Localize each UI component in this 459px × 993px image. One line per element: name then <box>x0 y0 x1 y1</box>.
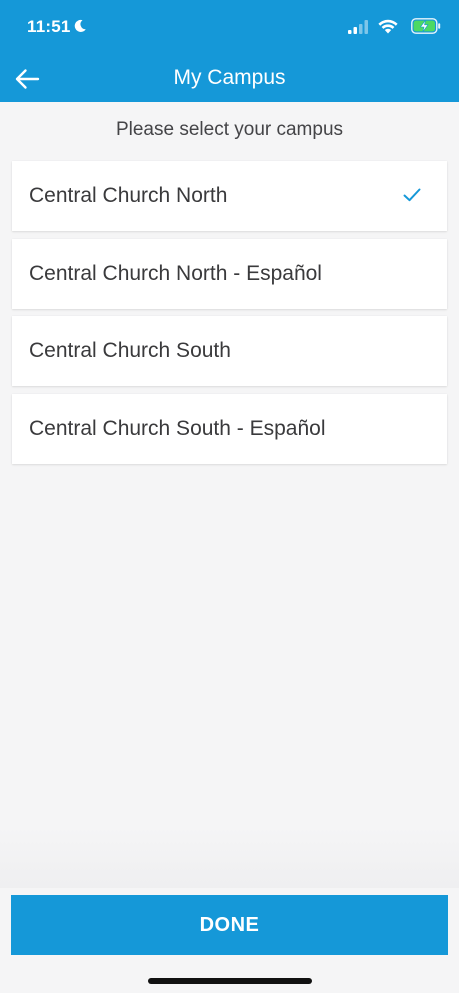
done-button[interactable]: DONE <box>11 895 448 955</box>
nav-bar: My Campus <box>0 56 459 102</box>
checkmark-icon <box>403 188 421 202</box>
campus-list: Central Church North Central Church Nort… <box>12 161 447 471</box>
moon-icon <box>74 19 86 32</box>
home-indicator <box>148 978 312 984</box>
campus-item-central-north-espanol[interactable]: Central Church North - Español <box>12 238 447 309</box>
campus-label: Central Church North - Español <box>29 261 322 285</box>
status-bar: 11:51 <box>0 0 459 56</box>
campus-item-central-north[interactable]: Central Church North <box>12 161 447 231</box>
campus-label: Central Church South - Español <box>29 416 326 440</box>
campus-item-central-south[interactable]: Central Church South <box>12 316 447 386</box>
page-title: My Campus <box>173 66 286 89</box>
wifi-icon <box>378 19 398 34</box>
battery-charging-icon <box>411 18 441 34</box>
signal-icon <box>348 20 368 34</box>
bottom-fade <box>0 828 459 888</box>
status-time: 11:51 <box>27 17 71 36</box>
campus-label: Central Church North <box>29 184 228 207</box>
select-campus-prompt: Please select your campus <box>115 119 344 140</box>
campus-item-central-south-espanol[interactable]: Central Church South - Español <box>12 393 447 464</box>
campus-label: Central Church South <box>29 339 231 362</box>
